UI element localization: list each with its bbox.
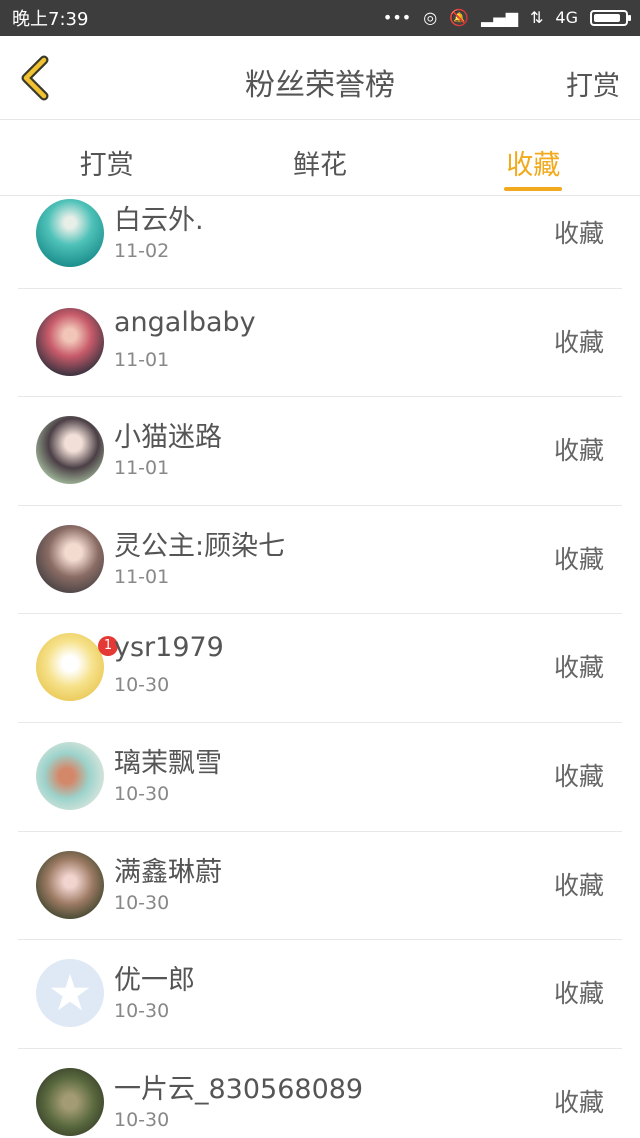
avatar[interactable] bbox=[36, 307, 104, 376]
list-item[interactable]: 满鑫琳蔚 10-30 收藏 bbox=[18, 832, 622, 941]
status-icons: ••• ◎ 🔕 ▂▄▆ ⇅ 4G bbox=[382, 8, 631, 27]
user-date: 10-30 bbox=[114, 674, 170, 697]
tab-active-indicator bbox=[504, 187, 563, 191]
user-date: 11-01 bbox=[114, 348, 170, 371]
avatar[interactable] bbox=[36, 1067, 104, 1136]
action-label: 收藏 bbox=[553, 653, 604, 683]
user-name: angalbaby bbox=[114, 306, 256, 338]
battery-icon bbox=[590, 10, 631, 26]
avatar[interactable] bbox=[36, 416, 104, 485]
action-label: 收藏 bbox=[553, 544, 604, 574]
dots-icon: ••• bbox=[382, 8, 412, 27]
status-time: 晚上7:39 bbox=[12, 9, 89, 30]
list-item[interactable]: 1 ysr1979 10-30 收藏 bbox=[18, 614, 622, 723]
signal-icon: ▂▄▆ bbox=[481, 8, 519, 27]
avatar[interactable] bbox=[36, 633, 104, 702]
user-date: 11-01 bbox=[114, 457, 170, 480]
list-item[interactable]: 一片云_830568089 10-30 收藏 bbox=[18, 1049, 622, 1138]
list-item[interactable]: 小猫迷路 11-01 收藏 bbox=[18, 397, 622, 506]
mute-icon: 🔕 bbox=[449, 8, 470, 27]
tab-reward[interactable]: 打赏 bbox=[0, 121, 213, 195]
user-name: ysr1979 bbox=[114, 632, 224, 664]
user-name: 优一郎 bbox=[114, 965, 195, 997]
user-name: 灵公主:顾染七 bbox=[114, 530, 286, 562]
action-label: 收藏 bbox=[553, 979, 604, 1009]
list-item[interactable]: angalbaby 11-01 收藏 bbox=[18, 289, 622, 398]
user-name: 白云外. bbox=[114, 205, 204, 236]
user-date: 10-30 bbox=[114, 1000, 170, 1023]
tab-label: 鲜花 bbox=[292, 150, 347, 181]
tab-flowers[interactable]: 鲜花 bbox=[213, 121, 426, 195]
tab-label: 收藏 bbox=[506, 150, 561, 181]
avatar[interactable] bbox=[36, 741, 104, 810]
user-name: 一片云_830568089 bbox=[114, 1073, 364, 1105]
user-name: 璃茉飘雪 bbox=[114, 747, 222, 779]
action-label: 收藏 bbox=[553, 327, 604, 357]
list-item[interactable]: 璃茉飘雪 10-30 收藏 bbox=[18, 723, 622, 832]
network-type: 4G bbox=[555, 8, 578, 27]
user-date: 11-01 bbox=[114, 565, 170, 588]
signal2-icon: ⇅ bbox=[530, 8, 544, 27]
avatar[interactable] bbox=[36, 199, 104, 267]
user-date: 10-30 bbox=[114, 1108, 170, 1131]
tab-label: 打赏 bbox=[79, 150, 134, 181]
tab-favorites[interactable]: 收藏 bbox=[427, 121, 640, 195]
page-title: 粉丝荣誉榜 bbox=[245, 68, 395, 103]
action-label: 收藏 bbox=[553, 1087, 604, 1117]
action-label: 收藏 bbox=[553, 219, 604, 248]
list-item[interactable]: 灵公主:顾染七 11-01 收藏 bbox=[18, 506, 622, 615]
avatar[interactable] bbox=[36, 524, 104, 593]
status-bar: 晚上7:39 ••• ◎ 🔕 ▂▄▆ ⇅ 4G bbox=[0, 0, 640, 36]
action-label: 收藏 bbox=[553, 436, 604, 466]
action-label: 收藏 bbox=[553, 761, 604, 791]
sync-icon: ◎ bbox=[423, 8, 438, 27]
user-date: 10-30 bbox=[114, 782, 170, 805]
star-icon: ★ bbox=[47, 964, 93, 1023]
header: 粉丝荣誉榜 打赏 bbox=[0, 36, 640, 120]
avatar[interactable] bbox=[36, 850, 104, 919]
list-item[interactable]: ★ 优一郎 10-30 收藏 bbox=[18, 940, 622, 1049]
avatar[interactable]: ★ bbox=[36, 959, 104, 1028]
user-name: 小猫迷路 bbox=[114, 422, 222, 454]
user-date: 11-02 bbox=[114, 240, 170, 262]
list-item[interactable]: 白云外. 11-02 收藏 bbox=[18, 196, 622, 289]
tab-bar: 打赏 鲜花 收藏 bbox=[0, 121, 640, 196]
action-label: 收藏 bbox=[553, 870, 604, 900]
user-name: 满鑫琳蔚 bbox=[114, 856, 222, 888]
user-date: 10-30 bbox=[114, 891, 170, 914]
fan-list[interactable]: 白云外. 11-02 收藏 angalbaby 11-01 收藏 小猫迷路 11… bbox=[0, 196, 640, 1138]
reward-button[interactable]: 打赏 bbox=[566, 64, 620, 103]
